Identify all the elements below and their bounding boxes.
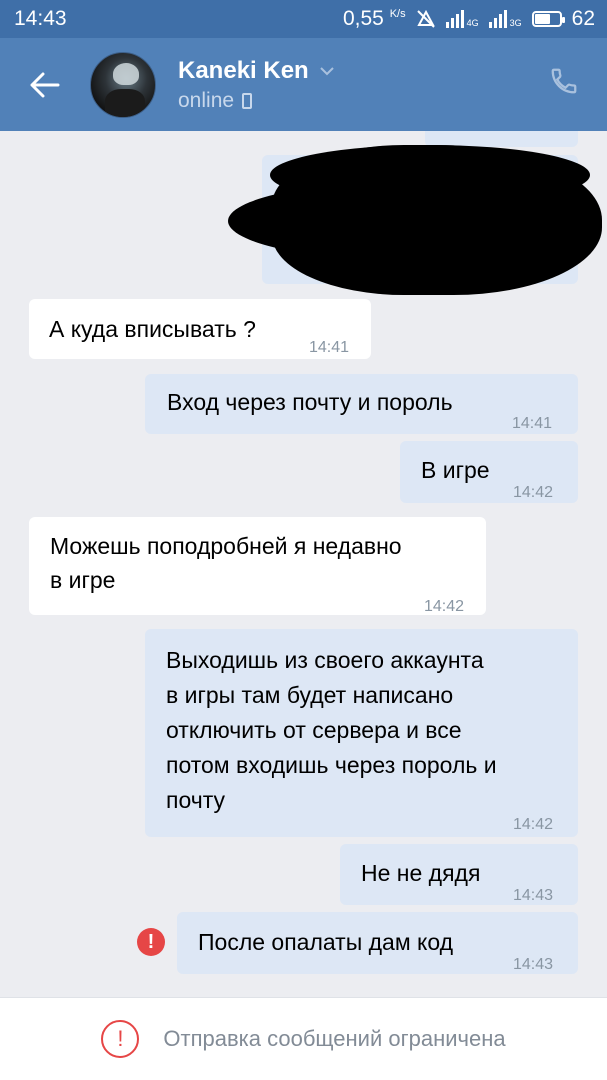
message-text: В игре — [421, 457, 490, 483]
contact-status: online — [178, 88, 235, 112]
mobile-icon — [242, 92, 253, 109]
message-time: 14:41 — [309, 339, 350, 356]
message-time: 14:43 — [513, 887, 554, 904]
message-text: После опалаты дам код — [198, 929, 454, 955]
call-button[interactable] — [549, 66, 585, 102]
message-text: Не не дядя — [361, 860, 481, 886]
message-time: 14:42 — [424, 598, 465, 615]
signal-3g-icon: 3G — [488, 10, 522, 28]
message-time: 14:41 — [512, 415, 553, 432]
network-speed: 0,55 — [342, 7, 384, 30]
battery-icon — [531, 11, 565, 27]
message-text: Можешь поподробней я недавно в игре — [50, 533, 402, 593]
phone-icon — [551, 68, 577, 94]
message-bubble-incoming[interactable]: А куда вписывать ? 14:41 — [29, 299, 371, 359]
back-button[interactable] — [0, 38, 90, 131]
message-bubble-outgoing[interactable]: Выходишь из своего аккаунта в игры там б… — [145, 629, 578, 837]
avatar[interactable] — [90, 51, 156, 118]
battery-percent: 62 — [571, 7, 595, 30]
alarm-off-icon — [416, 9, 435, 28]
message-bubble-outgoing[interactable]: Не не дядя 14:43 — [340, 844, 578, 905]
message-text: Вход через почту и пороль — [167, 389, 453, 415]
signal-4g-icon: 4G — [445, 10, 479, 28]
censor-scribble — [270, 145, 590, 205]
restriction-notice: Отправка сообщений ограничена — [163, 1026, 506, 1051]
message-text: Выходишь из своего аккаунта в игры там б… — [166, 647, 497, 813]
network-speed-unit: K/s — [389, 8, 406, 20]
message-time: 14:42 — [513, 816, 554, 833]
message-time: 14:43 — [513, 956, 554, 973]
message-bubble-outgoing[interactable]: В игре 14:42 — [400, 441, 578, 503]
arrow-left-icon — [30, 72, 60, 97]
chat-header: Kaneki Ken online — [0, 38, 607, 131]
status-time: 14:43 — [14, 7, 67, 30]
message-bubble-outgoing[interactable]: Вход через почту и пороль 14:41 — [145, 374, 578, 434]
send-error-icon[interactable]: ! — [137, 928, 165, 956]
message-text: А куда вписывать ? — [49, 316, 256, 342]
message-list[interactable]: 14:38 А куда вписывать ? 14:41 Вход чере… — [0, 131, 607, 997]
status-bar: 14:43 0,55 K/s 4G 3G 62 — [0, 0, 607, 38]
message-time: 14:38 — [516, 131, 556, 143]
chevron-down-icon — [320, 66, 334, 75]
network-type-2: 3G — [509, 18, 522, 28]
network-type-1: 4G — [466, 18, 479, 28]
message-bubble-outgoing[interactable]: После опалаты дам код 14:43 — [177, 912, 578, 974]
composer-restricted-bar: ! Отправка сообщений ограничена — [0, 997, 607, 1080]
warning-icon: ! — [101, 1020, 140, 1058]
message-bubble-incoming[interactable]: Можешь поподробней я недавно в игре 14:4… — [29, 517, 486, 615]
message-time: 14:42 — [513, 484, 554, 501]
contact-name: Kaneki Ken — [178, 56, 309, 84]
contact-info[interactable]: Kaneki Ken online — [178, 57, 335, 113]
